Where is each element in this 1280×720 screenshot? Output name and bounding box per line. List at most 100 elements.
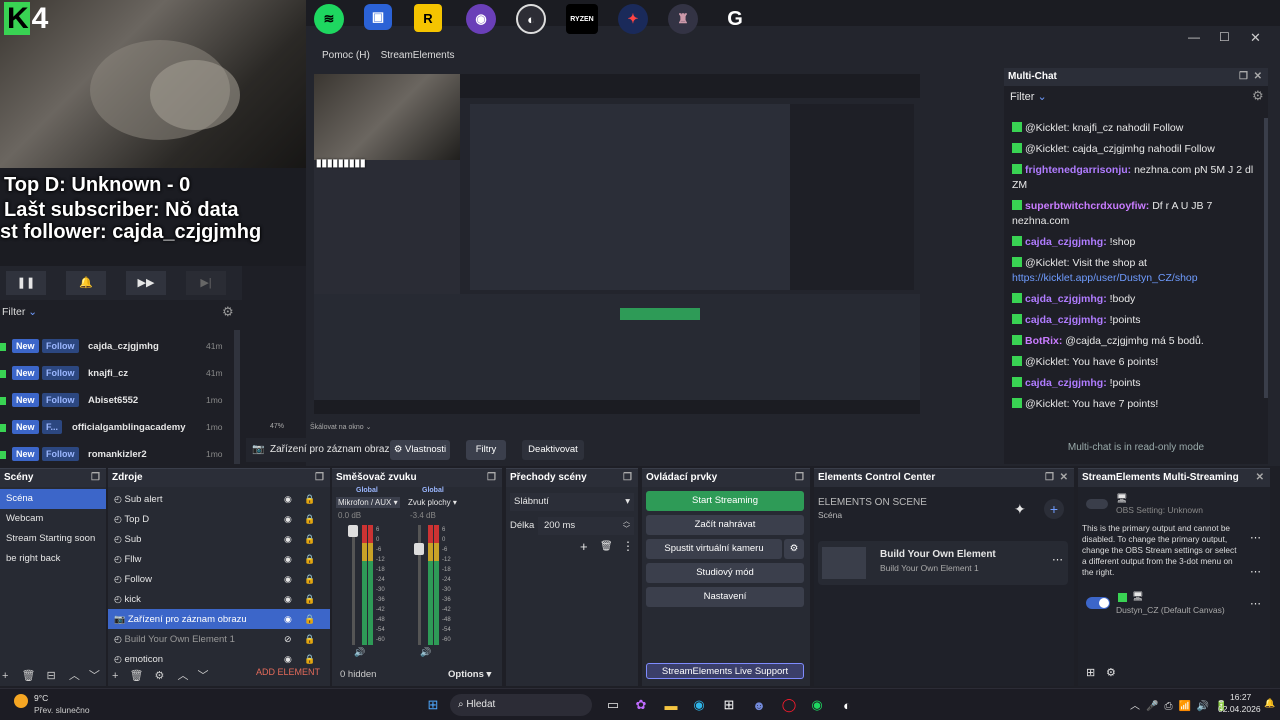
eye-icon[interactable]: ◉: [284, 509, 292, 529]
eye-icon[interactable]: ◉: [284, 489, 292, 509]
ch1-name[interactable]: Mikrofon / AUX ▾: [336, 497, 400, 508]
lock-icon[interactable]: 🔒: [304, 529, 315, 549]
float-icon[interactable]: ❐: [623, 469, 632, 487]
list-item[interactable]: New Follow Abiset6552 1mo: [0, 387, 236, 414]
scene-item[interactable]: Webcam: [0, 509, 106, 529]
down-icon[interactable]: ﹀: [198, 670, 209, 682]
eye-icon[interactable]: ◉: [284, 649, 292, 669]
task-view-icon[interactable]: ▭: [602, 694, 624, 716]
add-icon[interactable]: +: [112, 670, 118, 682]
next-icon[interactable]: ▶|: [186, 271, 226, 295]
edge-icon[interactable]: ◉: [688, 694, 710, 716]
start-recording-button[interactable]: Začít nahrávat: [646, 515, 804, 535]
float-icon[interactable]: ❐: [1045, 469, 1054, 487]
gear-icon[interactable]: ⚙: [222, 304, 234, 320]
list-item[interactable]: New Follow knajfi_cz 41m: [0, 360, 236, 387]
close-icon[interactable]: ✕: [1254, 68, 1262, 86]
speaker-icon[interactable]: 🔊: [420, 647, 431, 658]
gear-icon[interactable]: ⚙: [1252, 88, 1264, 104]
add-element-icon[interactable]: +: [1044, 499, 1064, 519]
ryzen-icon[interactable]: RYZEN: [566, 4, 598, 34]
obs-icon[interactable]: ◐: [836, 694, 858, 716]
more-icon[interactable]: ⋯: [1250, 597, 1261, 610]
source-item[interactable]: ◴ Fllw ◉ 🔒: [108, 549, 330, 569]
ch1-fader[interactable]: [352, 525, 355, 645]
feed-scrollbar[interactable]: [234, 330, 240, 464]
duration-input[interactable]: 200 ms ︿ ﹀: [538, 517, 634, 535]
source-item[interactable]: ◴ Build Your Own Element 1 ⊘ 🔒: [108, 629, 330, 649]
add-icon[interactable]: +: [2, 670, 8, 682]
gamepad-icon[interactable]: ▣: [364, 4, 392, 30]
eye-icon[interactable]: ◉: [284, 549, 292, 569]
eye-icon[interactable]: ◉: [284, 609, 292, 629]
windows-start-icon[interactable]: ⊞: [422, 694, 444, 716]
float-icon[interactable]: ❐: [487, 469, 496, 487]
store-icon[interactable]: ⊞: [718, 694, 740, 716]
source-item[interactable]: ◴ Sub alert ◉ 🔒: [108, 489, 330, 509]
virtual-camera-button[interactable]: Spustit virtuální kameru: [646, 539, 782, 559]
add-icon[interactable]: ⊞: [1086, 666, 1095, 679]
live-support-button[interactable]: StreamElements Live Support: [646, 663, 804, 679]
transition-select[interactable]: Slábnutí ▾: [510, 493, 634, 511]
float-icon[interactable]: ❐: [91, 469, 100, 487]
scene-item[interactable]: Scéna: [0, 489, 106, 509]
up-icon[interactable]: ︿: [69, 670, 80, 682]
source-item[interactable]: 📷 Zařízení pro záznam obrazu ◉ 🔒: [108, 609, 330, 629]
filters-button[interactable]: Filtry: [466, 440, 506, 460]
lock-icon[interactable]: 🔒: [304, 569, 315, 589]
more-icon[interactable]: ⋯: [1052, 553, 1063, 566]
virtual-camera-settings-icon[interactable]: ⚙: [784, 539, 804, 559]
filter-icon[interactable]: ⊟: [47, 670, 56, 682]
studio-mode-button[interactable]: Studiový mód: [646, 563, 804, 583]
opera-icon[interactable]: ◯: [778, 694, 800, 716]
rockstar-icon[interactable]: R: [414, 4, 442, 32]
more-icon[interactable]: ⋯: [1250, 531, 1261, 544]
lock-icon[interactable]: 🔒: [304, 649, 315, 669]
lock-icon[interactable]: 🔒: [304, 609, 315, 629]
float-icon[interactable]: ❐: [315, 469, 324, 487]
lock-icon[interactable]: 🔒: [304, 629, 315, 649]
source-item[interactable]: ◴ Top D ◉ 🔒: [108, 509, 330, 529]
float-icon[interactable]: ❐: [1239, 68, 1248, 86]
eye-icon[interactable]: ⊘: [284, 629, 292, 649]
trash-icon[interactable]: 🗑: [130, 670, 144, 682]
scene-item[interactable]: be right back: [0, 549, 106, 569]
speaker-icon[interactable]: 🔊: [354, 647, 365, 658]
trash-icon[interactable]: 🗑: [600, 541, 613, 552]
source-item[interactable]: ◴ Sub ◉ 🔒: [108, 529, 330, 549]
eye-icon[interactable]: ◉: [284, 589, 292, 609]
deactivate-button[interactable]: Deaktivovat: [522, 440, 584, 460]
add-element-button[interactable]: ADD ELEMENT: [256, 667, 320, 677]
eye-icon[interactable]: ◉: [284, 569, 292, 589]
app2-icon[interactable]: ✦: [618, 4, 648, 34]
ch2-fader-handle[interactable]: [414, 543, 424, 555]
copilot-icon[interactable]: ✿: [630, 694, 652, 716]
element-card[interactable]: Build Your Own Element Build Your Own El…: [818, 541, 1068, 585]
maximize-icon[interactable]: ☐: [1219, 30, 1230, 44]
scene-item[interactable]: Stream Starting soon: [0, 529, 106, 549]
more-icon[interactable]: ⋯: [1250, 565, 1261, 578]
pause-icon[interactable]: ❚❚: [6, 271, 46, 295]
menu-help[interactable]: Pomoc (H): [322, 50, 370, 61]
trash-icon[interactable]: 🗑: [22, 670, 36, 682]
gear-icon[interactable]: ⚙: [155, 670, 165, 682]
down-icon[interactable]: ﹀: [89, 670, 100, 682]
float-icon[interactable]: ❐: [795, 469, 804, 487]
lock-icon[interactable]: 🔒: [304, 509, 315, 529]
ch2-name[interactable]: Zvuk plochy ▾: [406, 497, 459, 508]
discord-icon[interactable]: ☻: [748, 694, 770, 716]
start-streaming-button[interactable]: Start Streaming: [646, 491, 804, 511]
multichat-filter[interactable]: Filter ⌄: [1010, 90, 1047, 103]
notification-icon[interactable]: 🔔: [1264, 698, 1275, 709]
eye-icon[interactable]: ◉: [284, 529, 292, 549]
close-icon[interactable]: ✕: [1060, 469, 1068, 487]
source-item[interactable]: ◴ Follow ◉ 🔒: [108, 569, 330, 589]
scale-mode[interactable]: Škálovat na okno ⌄: [310, 423, 372, 431]
hidden-count[interactable]: 0 hidden: [340, 669, 376, 680]
gear-icon[interactable]: ⚙: [1106, 666, 1116, 679]
properties-button[interactable]: ⚙ Vlastnosti: [390, 440, 450, 460]
app3-icon[interactable]: ♜: [668, 4, 698, 34]
close-icon[interactable]: ✕: [1250, 30, 1261, 46]
list-item[interactable]: New Follow cajda_czjgjmhg 41m: [0, 333, 236, 360]
lock-icon[interactable]: 🔒: [304, 589, 315, 609]
